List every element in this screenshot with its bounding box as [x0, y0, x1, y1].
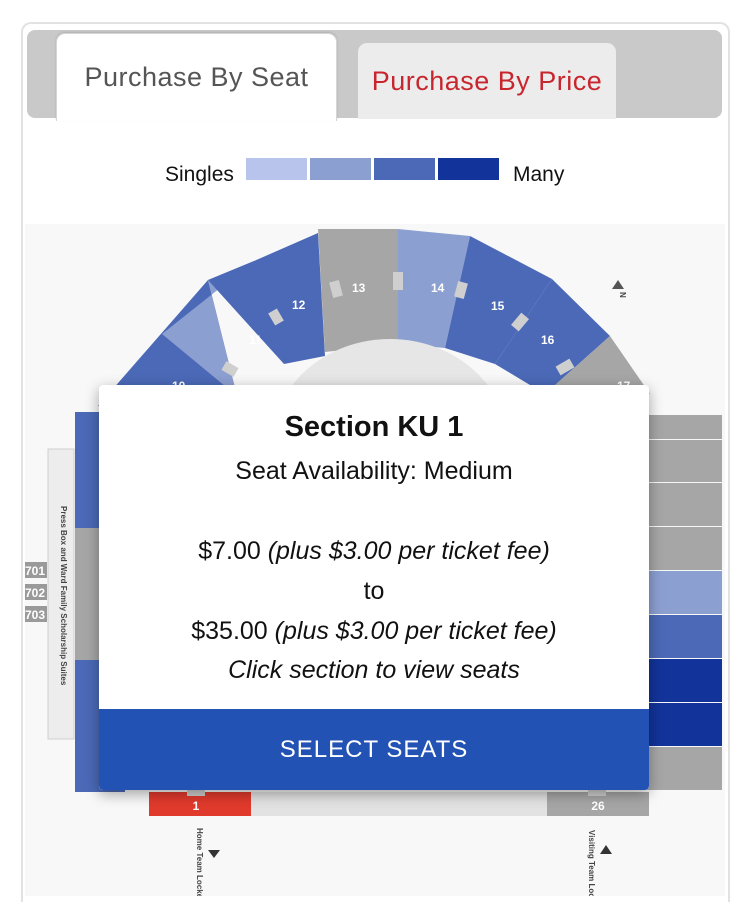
home-arrow-icon: [208, 850, 220, 858]
seat-availability: Seat Availability: Medium: [235, 457, 513, 485]
home-locker-room-label: Home Team Locker Room: [195, 828, 204, 896]
section-label-13: 13: [352, 281, 366, 295]
north-arrow-icon: [612, 280, 624, 289]
legend-swatch-4: [438, 158, 499, 180]
section-label-26: 26: [591, 799, 605, 813]
section-label-11: 11: [249, 333, 262, 347]
section-label-14: 14: [431, 281, 445, 295]
price-low-line: $7.00 (plus $3.00 per ticket fee): [99, 537, 649, 566]
legend-swatch-2: [310, 158, 371, 180]
price-low-fee: (plus $3.00 per ticket fee): [267, 537, 550, 565]
legend-singles-label: Singles: [165, 163, 234, 186]
row-label-702: 702: [25, 586, 45, 600]
select-seats-button[interactable]: SELECT SEATS: [99, 709, 649, 790]
section-label-15: 15: [491, 299, 505, 313]
price-high: $35.00: [191, 617, 268, 645]
section-info-popup: Section KU 1 Seat Availability: Medium $…: [99, 385, 649, 790]
visiting-locker-room-label: Visiting Team Locker Room: [587, 830, 596, 896]
legend-swatch-3: [374, 158, 435, 180]
row-label-701: 701: [25, 564, 45, 578]
price-low: $7.00: [198, 537, 261, 565]
section-label-1: 1: [193, 799, 200, 813]
section-label-16: 16: [541, 333, 555, 347]
legend-many-label: Many: [513, 163, 565, 186]
section-12[interactable]: [208, 233, 325, 364]
price-range-to: to: [363, 577, 385, 605]
section-label-12: 12: [292, 298, 306, 312]
tab-purchase-by-seat[interactable]: Purchase By Seat: [56, 33, 337, 121]
view-seats-hint: Click section to view seats: [228, 656, 520, 684]
legend-swatch-1: [246, 158, 307, 180]
entrance-tab: [393, 272, 403, 290]
section-title: Section KU 1: [284, 411, 464, 443]
visiting-arrow-icon: [600, 845, 612, 854]
end-zone-walkway: [251, 792, 547, 816]
home-locker-room-text: Home Team Locker Room: [195, 828, 204, 896]
price-high-fee: (plus $3.00 per ticket fee): [274, 617, 557, 645]
price-high-line: $35.00 (plus $3.00 per ticket fee): [99, 617, 649, 646]
visiting-locker-room-text: Visiting Team Locker Room: [587, 830, 596, 896]
tab-purchase-by-price[interactable]: Purchase By Price: [358, 43, 616, 119]
row-label-703: 703: [25, 608, 45, 622]
press-box-label: Press Box and Ward Family Scholarship Su…: [59, 506, 68, 686]
north-label: N: [618, 292, 627, 298]
